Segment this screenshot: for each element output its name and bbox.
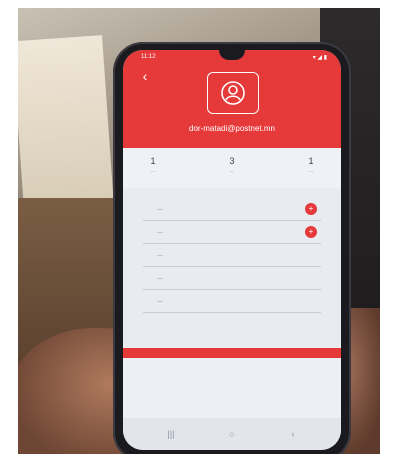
- stats-row: 1 ... 3 ... 1 ...: [123, 148, 341, 188]
- add-circle-icon[interactable]: +: [305, 203, 317, 215]
- list-item-label: …: [157, 229, 163, 235]
- stat-label: ...: [229, 168, 235, 174]
- list-item[interactable]: … +: [143, 198, 321, 221]
- lower-panel: [123, 358, 341, 418]
- back-nav-icon[interactable]: ‹: [285, 428, 301, 440]
- list-item[interactable]: …: [143, 244, 321, 267]
- add-circle-icon[interactable]: +: [305, 226, 317, 238]
- stat-label: ...: [308, 168, 314, 174]
- accent-bar: [123, 348, 341, 358]
- system-nav-bar: ||| ○ ‹: [123, 418, 341, 450]
- profile-field-list: … + … + … … …: [143, 198, 321, 313]
- user-email: dor-matadi@postnet.mn: [189, 124, 275, 133]
- stat-label: ...: [150, 168, 156, 174]
- profile-header: 11:12 ▾ ◢ ▮ ‹ dor-matadi@postnet.mn: [123, 50, 341, 148]
- phone-screen: 11:12 ▾ ◢ ▮ ‹ dor-matadi@postnet.mn 1 ..…: [123, 50, 341, 450]
- photo-background: 11:12 ▾ ◢ ▮ ‹ dor-matadi@postnet.mn 1 ..…: [18, 8, 380, 454]
- stat-item: 3 ...: [202, 156, 262, 174]
- list-item-label: …: [157, 298, 163, 304]
- status-icons: ▾ ◢ ▮: [312, 55, 327, 61]
- back-icon[interactable]: ‹: [137, 68, 153, 84]
- list-item-label: …: [157, 206, 163, 212]
- paper-stack: [18, 35, 114, 211]
- stat-value: 1: [308, 156, 314, 166]
- user-avatar-icon: [221, 81, 245, 105]
- smartphone: 11:12 ▾ ◢ ▮ ‹ dor-matadi@postnet.mn 1 ..…: [113, 42, 351, 454]
- home-icon[interactable]: ○: [224, 428, 240, 440]
- stat-item: 1 ...: [281, 156, 341, 174]
- status-time: 11:12: [141, 54, 156, 60]
- list-item[interactable]: …: [143, 267, 321, 290]
- list-item[interactable]: …: [143, 290, 321, 313]
- stat-value: 3: [229, 156, 235, 166]
- list-item-label: …: [157, 275, 163, 281]
- recent-apps-icon[interactable]: |||: [163, 428, 179, 440]
- list-item[interactable]: … +: [143, 221, 321, 244]
- stat-value: 1: [150, 156, 156, 166]
- stat-item: 1 ...: [123, 156, 183, 174]
- avatar[interactable]: [207, 72, 259, 114]
- list-item-label: …: [157, 252, 163, 258]
